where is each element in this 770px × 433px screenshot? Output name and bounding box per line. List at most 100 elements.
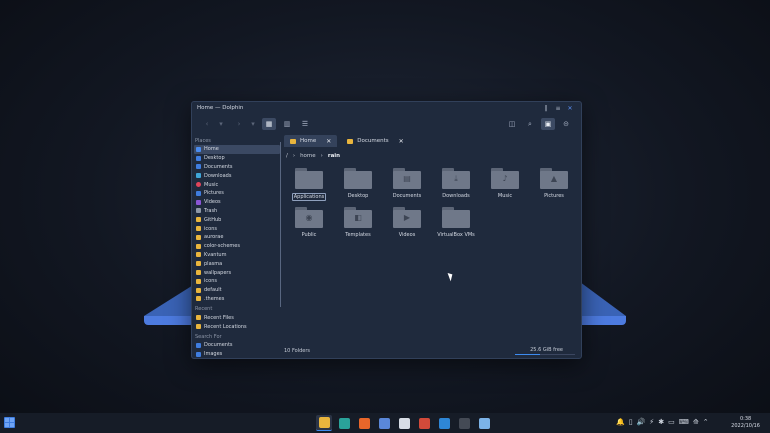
sidebar-item-recent-locations[interactable]: Recent Locations: [194, 322, 280, 331]
expand-tray-icon[interactable]: ⌃: [703, 418, 709, 426]
breadcrumb-separator-icon: ›: [292, 153, 296, 159]
volume-icon[interactable]: 🔊: [637, 418, 646, 426]
dolphin-window: Home — Dolphin ‖ ≡ ✕ ‹ ▾ › ▾ ▦ ▥ ☰ ◫ ⌕ ▣…: [191, 101, 582, 359]
clipboard-icon[interactable]: ▯: [629, 418, 633, 426]
breadcrumb-root[interactable]: /: [286, 153, 288, 159]
details-view-icon[interactable]: ☰: [298, 118, 312, 130]
sidebar-item-documents[interactable]: Documents: [194, 163, 280, 172]
tab-home[interactable]: Home ✕: [284, 135, 338, 147]
file-item[interactable]: ◧ Templates: [338, 207, 378, 238]
back-icon[interactable]: ‹: [200, 118, 214, 130]
file-label: Videos: [398, 232, 416, 238]
back-menu-icon[interactable]: ▾: [218, 118, 224, 130]
split-view-icon[interactable]: ◫: [505, 118, 519, 130]
compact-view-icon[interactable]: ▥: [280, 118, 294, 130]
sidebar-item-images[interactable]: Images: [194, 350, 280, 358]
tab-documents[interactable]: Documents ✕: [341, 135, 409, 147]
file-item[interactable]: VirtualBox VMs: [436, 207, 476, 238]
close-tab-icon[interactable]: ✕: [399, 138, 404, 145]
close-tab-icon[interactable]: ✕: [326, 138, 331, 145]
bluetooth-icon[interactable]: ✱: [658, 418, 664, 426]
file-item[interactable]: ◉ Public: [289, 207, 329, 238]
sidebar-item-label: Documents: [204, 342, 233, 349]
wallpaper-shape-left: [144, 282, 198, 316]
titlebar[interactable]: Home — Dolphin ‖ ≡ ✕: [192, 102, 581, 114]
file-label: Templates: [345, 232, 371, 238]
sidebar-item-recent-files[interactable]: Recent Files: [194, 313, 280, 322]
panel-splitter[interactable]: [280, 142, 281, 307]
close-icon[interactable]: ✕: [564, 105, 576, 112]
sidebar-item-pictures[interactable]: Pictures: [194, 189, 280, 198]
sidebar-item-themes[interactable]: .themes: [194, 295, 280, 304]
sidebar-item-label: Recent Files: [204, 314, 234, 321]
dolphin-icon[interactable]: [316, 415, 332, 431]
network-icon[interactable]: ⟰: [693, 418, 699, 426]
sidebar-item-plasma[interactable]: plasma: [194, 259, 280, 268]
search-icon[interactable]: ⌕: [523, 118, 537, 130]
breadcrumb-item-home[interactable]: home: [300, 153, 316, 159]
sidebar-item-github[interactable]: GitHub: [194, 215, 280, 224]
sidebar-item-label: icons: [204, 225, 217, 232]
sidebar-item-aurorae[interactable]: aurorae: [194, 233, 280, 242]
toolbar: ‹ ▾ › ▾ ▦ ▥ ☰ ◫ ⌕ ▣ ⊝: [192, 114, 581, 134]
sidebar-item-music[interactable]: Music: [194, 180, 280, 189]
sidebar-item-color-schemes[interactable]: color-schemes: [194, 242, 280, 251]
sidebar-item-wallpapers[interactable]: wallpapers: [194, 268, 280, 277]
sidebar-item-home[interactable]: Home: [194, 145, 280, 154]
breadcrumb-item-current[interactable]: rain: [328, 153, 340, 159]
hamburger-menu-icon[interactable]: ⊝: [559, 118, 573, 130]
breadcrumb: / › home › rain: [286, 153, 340, 159]
sidebar-item-desktop[interactable]: Desktop: [194, 154, 280, 163]
music-icon: [196, 182, 201, 188]
folder-icon: [290, 138, 296, 144]
settings-icon[interactable]: [376, 415, 392, 431]
file-item[interactable]: ⤓ Downloads: [436, 168, 476, 199]
sidebar-item-kvantum[interactable]: Kvantum: [194, 251, 280, 260]
vscode-icon[interactable]: [436, 415, 452, 431]
sidebar-item-label: plasma: [204, 260, 223, 267]
battery-icon[interactable]: ▭: [668, 418, 675, 426]
file-item[interactable]: ▤ Documents: [387, 168, 427, 199]
notes-icon[interactable]: [476, 415, 492, 431]
power-icon[interactable]: ⚡: [649, 418, 654, 426]
file-item[interactable]: ♪ Music: [485, 168, 525, 199]
sidebar-item-icons[interactable]: icons: [194, 224, 280, 233]
keyboard-icon[interactable]: ⌨: [679, 418, 689, 426]
file-label: Downloads: [442, 193, 470, 199]
start-menu-icon[interactable]: [4, 417, 15, 428]
file-item[interactable]: ▶ Videos: [387, 207, 427, 238]
sidebar-item-trash[interactable]: Trash: [194, 207, 280, 216]
preview-icon[interactable]: ▣: [541, 118, 555, 130]
forward-menu-icon[interactable]: ▾: [250, 118, 256, 130]
file-item[interactable]: Desktop: [338, 168, 378, 199]
icons-view-icon[interactable]: ▦: [262, 118, 276, 130]
file-label: Public: [301, 232, 317, 238]
inkscape-icon[interactable]: [456, 415, 472, 431]
sidebar-item-downloads[interactable]: Downloads: [194, 171, 280, 180]
sidebar-item-label: Pictures: [204, 190, 224, 197]
file-item[interactable]: ▲ Pictures: [534, 168, 574, 199]
forward-icon[interactable]: ›: [232, 118, 246, 130]
firefox-icon[interactable]: [356, 415, 372, 431]
folder-icon: [344, 168, 372, 190]
sidebar-item-label: aurorae: [204, 234, 224, 241]
sidebar-item-icons[interactable]: icons: [194, 277, 280, 286]
minimize-icon[interactable]: ≡: [552, 105, 564, 112]
sidebar-item-documents[interactable]: Documents: [194, 341, 280, 350]
edge-icon[interactable]: [336, 415, 352, 431]
notifications-icon[interactable]: 🔔: [616, 418, 625, 426]
blue-icon: [196, 155, 201, 161]
taskbar-apps: [316, 415, 492, 431]
folder-icon: ▶: [393, 207, 421, 229]
sidebar-item-label: default: [204, 287, 222, 294]
file-item[interactable]: Applications: [289, 168, 329, 201]
sidebar-item-default[interactable]: default: [194, 286, 280, 295]
sidebar-item-videos[interactable]: Videos: [194, 198, 280, 207]
sidebar-item-label: Downloads: [204, 172, 232, 179]
github-icon[interactable]: [396, 415, 412, 431]
folder-icon: [196, 234, 201, 240]
app-icon[interactable]: [416, 415, 432, 431]
clock[interactable]: 0:38 2022/10/16: [731, 416, 760, 430]
keep-above-icon[interactable]: ‖: [540, 105, 552, 112]
wallpaper-shape-right-base: [580, 316, 626, 325]
